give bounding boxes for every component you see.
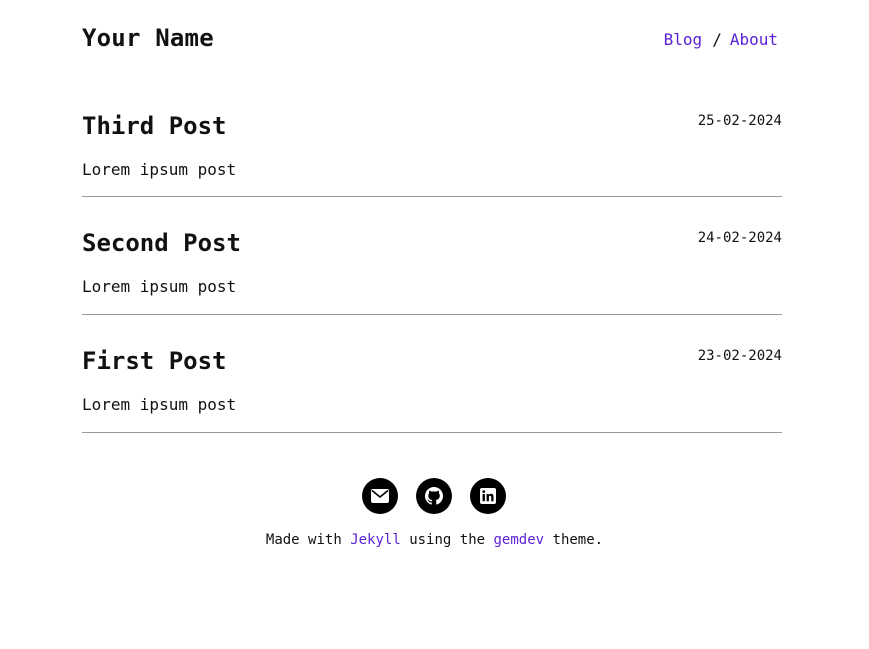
nav-about-link[interactable]: About [730, 30, 778, 49]
credits-made-with: Made with [265, 532, 342, 548]
site-title-link[interactable]: Your Name [82, 24, 214, 52]
credits-using-the: using the [409, 532, 486, 548]
credits-theme: theme. [552, 532, 604, 548]
jekyll-link[interactable]: Jekyll [350, 532, 401, 548]
linkedin-icon [479, 488, 496, 504]
footer-credits: Made with Jekyll using the gemdev theme. [0, 532, 869, 548]
email-link[interactable] [361, 478, 398, 514]
site-nav: Blog / About [664, 30, 778, 49]
site-footer: Made with Jekyll using the gemdev theme. [0, 478, 869, 562]
nav-blog-link[interactable]: Blog [664, 30, 703, 49]
post-list: Third Post 25-02-2024 Lorem ipsum post S… [82, 80, 782, 433]
post-item: First Post 23-02-2024 Lorem ipsum post [82, 315, 782, 433]
nav-separator: / [712, 30, 722, 49]
social-links [0, 478, 869, 514]
post-excerpt: Lorem ipsum post [82, 277, 237, 296]
post-date: 25-02-2024 [697, 113, 782, 129]
post-date: 23-02-2024 [697, 348, 782, 364]
linkedin-link[interactable] [469, 478, 506, 514]
github-icon [424, 487, 443, 505]
github-link[interactable] [415, 478, 452, 514]
page: Your Name Blog / About Third Post 25-02-20… [0, 0, 869, 649]
post-title-link[interactable]: First Post [82, 347, 227, 375]
post-title-link[interactable]: Second Post [82, 229, 241, 257]
post-item: Third Post 25-02-2024 Lorem ipsum post [82, 80, 782, 197]
post-excerpt: Lorem ipsum post [82, 395, 237, 414]
envelope-icon [370, 489, 389, 503]
main-container: Your Name Blog / About Third Post 25-02-20… [82, 0, 782, 433]
post-title-link[interactable]: Third Post [82, 112, 227, 140]
gemdev-link[interactable]: gemdev [494, 532, 545, 548]
post-item: Second Post 24-02-2024 Lorem ipsum post [82, 197, 782, 315]
site-header: Your Name Blog / About [82, 0, 782, 80]
post-excerpt: Lorem ipsum post [82, 160, 237, 179]
post-date: 24-02-2024 [697, 230, 782, 246]
